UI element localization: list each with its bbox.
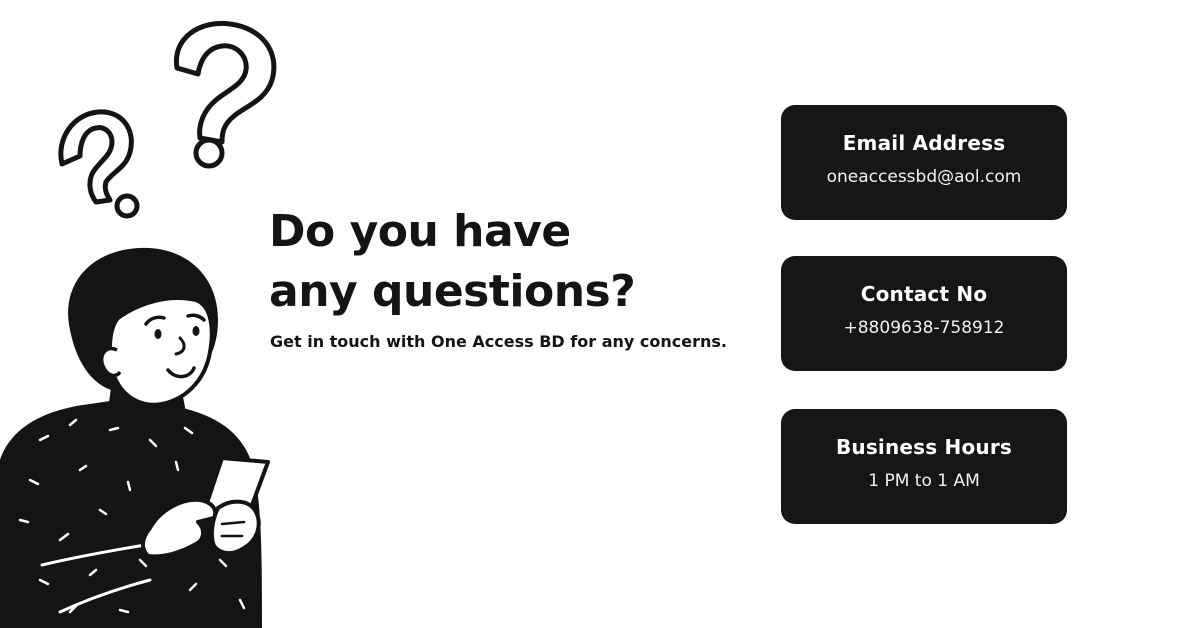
email-address-value[interactable]: oneaccessbd@aol.com: [781, 166, 1067, 188]
question-mark-small-icon: [58, 109, 140, 219]
business-hours-title: Business Hours: [835, 435, 1013, 459]
page-heading: Do you have any questions?: [269, 202, 739, 322]
left-eye: [154, 329, 162, 339]
heading-line-2: any questions?: [269, 266, 636, 317]
person-with-phone-illustration: [0, 20, 277, 628]
ear: [99, 346, 122, 378]
email-address-card: Email Address oneaccessbd@aol.com: [781, 105, 1067, 220]
contact-number-card: Contact No +8809638-758912: [781, 256, 1067, 371]
right-eye: [192, 326, 200, 336]
contact-number-value[interactable]: +8809638-758912: [781, 317, 1067, 339]
business-hours-card: Business Hours 1 PM to 1 AM: [781, 409, 1067, 524]
business-hours-value: 1 PM to 1 AM: [868, 471, 980, 491]
email-address-title: Email Address: [842, 131, 1006, 155]
question-mark-large-icon: [173, 20, 277, 169]
heading-line-1: Do you have: [269, 206, 571, 257]
contact-number-title: Contact No: [860, 282, 988, 306]
page-subtitle: Get in touch with One Access BD for any …: [270, 332, 727, 351]
